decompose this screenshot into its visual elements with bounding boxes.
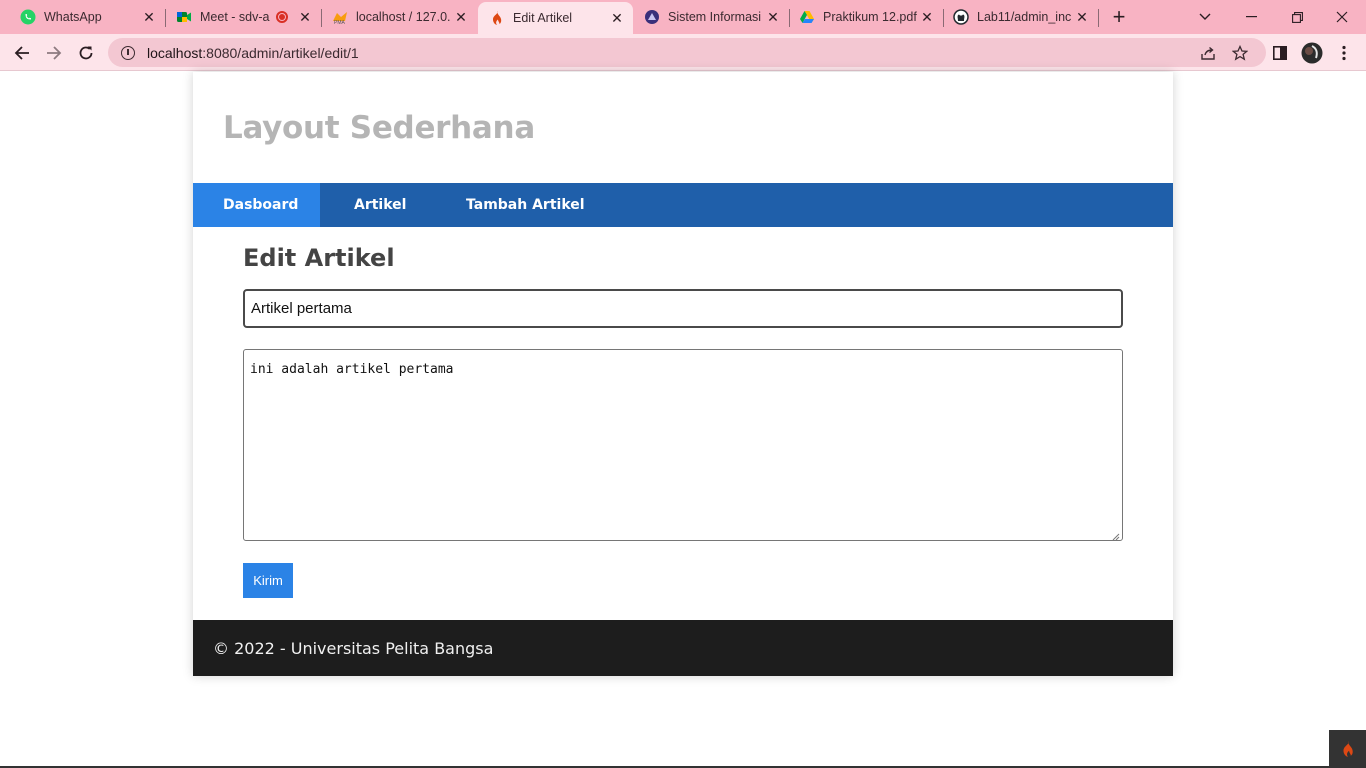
new-tab-icon[interactable]: +: [1106, 0, 1132, 34]
article-body-text: ini adalah artikel pertama: [250, 362, 454, 377]
url-text: localhost:8080/admin/artikel/edit/1: [147, 44, 359, 61]
address-bar[interactable]: localhost:8080/admin/artikel/edit/1: [108, 38, 1266, 67]
bookmark-star-icon[interactable]: [1231, 44, 1249, 62]
close-tab-icon[interactable]: ✕: [609, 10, 625, 26]
browser-toolbar: localhost:8080/admin/artikel/edit/1: [0, 34, 1366, 71]
tab-title: Sistem Informasi: [668, 10, 762, 24]
tab-praktikum[interactable]: Praktikum 12.pdf ✕: [789, 0, 944, 34]
page-viewport: Layout Sederhana Dasboard Artikel Tambah…: [0, 72, 1366, 768]
svg-text:PMA: PMA: [334, 20, 346, 25]
site-footer: © 2022 - Universitas Pelita Bangsa: [193, 620, 1173, 676]
edit-article-form: Edit Artikel Artikel pertama ini adalah …: [243, 227, 1123, 598]
submit-button[interactable]: Kirim: [243, 563, 293, 598]
tab-title: Meet - sdv-a: [200, 10, 270, 24]
close-tab-icon[interactable]: ✕: [1074, 9, 1090, 25]
tab-title: WhatsApp: [44, 10, 102, 24]
whatsapp-icon: [20, 9, 36, 25]
site-container: Layout Sederhana Dasboard Artikel Tambah…: [193, 72, 1173, 676]
codeigniter-icon: [489, 10, 505, 26]
article-title-input[interactable]: Artikel pertama: [243, 289, 1123, 328]
footer-text: © 2022 - Universitas Pelita Bangsa: [213, 638, 494, 658]
share-icon[interactable]: [1199, 44, 1217, 62]
tab-title: localhost / 127.0.: [356, 10, 451, 24]
close-tab-icon[interactable]: ✕: [297, 9, 313, 25]
form-heading: Edit Artikel: [243, 244, 395, 272]
browser-menu-icon[interactable]: [1331, 40, 1357, 66]
main-nav: Dasboard Artikel Tambah Artikel: [193, 183, 1173, 227]
tab-title: Praktikum 12.pdf: [823, 10, 917, 24]
article-body-textarea[interactable]: ini adalah artikel pertama: [243, 349, 1123, 541]
github-icon: [953, 9, 969, 25]
nav-artikel[interactable]: Artikel: [320, 183, 432, 227]
side-panel-icon[interactable]: [1267, 40, 1293, 66]
site-info-icon[interactable]: [121, 45, 135, 60]
tab-phpmyadmin[interactable]: PMA localhost / 127.0. ✕: [321, 0, 477, 34]
codeigniter-debug-toolbar-icon[interactable]: [1329, 730, 1366, 768]
minimize-window-icon[interactable]: [1238, 0, 1264, 34]
close-window-icon[interactable]: [1329, 0, 1355, 34]
phpmyadmin-icon: PMA: [332, 9, 348, 25]
recording-dot-icon: [276, 11, 288, 23]
close-tab-icon[interactable]: ✕: [453, 9, 469, 25]
nav-tambah-artikel[interactable]: Tambah Artikel: [432, 183, 619, 227]
tab-search-chevron-icon[interactable]: [1192, 0, 1218, 34]
browser-tab-strip: WhatsApp ✕ Meet - sdv-a ✕ PMA localhost …: [0, 0, 1366, 34]
university-icon: [644, 9, 660, 25]
resize-handle-icon[interactable]: [1112, 530, 1120, 541]
profile-avatar-icon[interactable]: [1299, 40, 1325, 66]
site-title: Layout Sederhana: [223, 109, 535, 146]
tab-separator: [1098, 9, 1099, 27]
google-drive-icon: [799, 9, 815, 25]
close-tab-icon[interactable]: ✕: [765, 9, 781, 25]
nav-dasboard[interactable]: Dasboard: [193, 183, 320, 227]
tab-whatsapp[interactable]: WhatsApp ✕: [0, 0, 166, 34]
tab-meet[interactable]: Meet - sdv-a ✕: [165, 0, 322, 34]
close-tab-icon[interactable]: ✕: [141, 9, 157, 25]
restore-window-icon[interactable]: [1284, 0, 1310, 34]
forward-arrow-icon[interactable]: [41, 40, 67, 66]
google-meet-icon: [176, 9, 192, 25]
tab-title: Edit Artikel: [513, 11, 573, 25]
tab-edit-artikel[interactable]: Edit Artikel ✕: [478, 2, 633, 34]
tab-github[interactable]: Lab11/admin_inc ✕: [943, 0, 1099, 34]
close-tab-icon[interactable]: ✕: [919, 9, 935, 25]
site-header: Layout Sederhana: [193, 72, 1173, 183]
tab-title: Lab11/admin_inc: [977, 10, 1072, 24]
back-arrow-icon[interactable]: [9, 40, 35, 66]
reload-icon[interactable]: [73, 40, 99, 66]
tab-sistem-informasi[interactable]: Sistem Informasi ✕: [633, 0, 790, 34]
